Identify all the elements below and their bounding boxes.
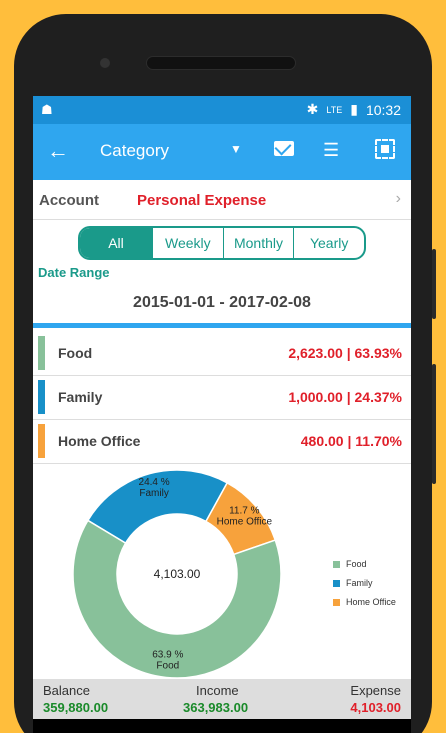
category-name: Home Office: [58, 433, 141, 449]
balance-label: Balance: [43, 683, 90, 698]
tab-yearly[interactable]: Yearly: [293, 228, 364, 258]
legend-label: Food: [346, 559, 367, 569]
legend-swatch: [333, 579, 340, 587]
expense-label: Expense: [350, 683, 401, 698]
legend-item: Food: [333, 559, 396, 569]
camera-icon: [100, 58, 110, 68]
chart-data-label: Family: [139, 488, 168, 499]
category-color-bar: [38, 336, 45, 370]
category-amount: 480.00 | 11.70%: [300, 433, 402, 449]
chart-data-label: 63.9 %: [152, 650, 183, 661]
summary-footer: Balance 359,880.00 Income 363,983.00 Exp…: [33, 679, 411, 719]
category-name: Food: [58, 345, 93, 361]
volume-button: [432, 249, 436, 319]
legend-label: Home Office: [346, 597, 396, 607]
list-item[interactable]: Family 1,000.00 | 24.37%: [33, 376, 411, 420]
income-value: 363,983.00: [183, 700, 249, 715]
tab-all[interactable]: All: [80, 228, 152, 258]
chart-center-total: 4,103.00: [154, 567, 201, 581]
category-amount: 2,623.00 | 63.93%: [288, 345, 402, 361]
speaker-grille: [146, 56, 296, 70]
category-color-bar: [38, 380, 45, 414]
legend-swatch: [333, 560, 340, 568]
list-item[interactable]: Home Office 480.00 | 11.70%: [33, 420, 411, 464]
legend-item: Home Office: [333, 597, 396, 607]
list-item[interactable]: Food 2,623.00 | 63.93%: [33, 332, 411, 376]
tab-monthly[interactable]: Monthly: [222, 228, 294, 258]
period-tabs: All Weekly Monthly Yearly: [78, 226, 366, 260]
divider: [33, 323, 411, 328]
income-label: Income: [196, 683, 239, 698]
expense-value: 4,103.00: [350, 700, 401, 715]
category-name: Family: [58, 389, 103, 405]
chart-legend: Food Family Home Office: [333, 559, 396, 616]
power-button: [432, 364, 436, 484]
category-color-bar: [38, 424, 45, 458]
chart-data-label: Home Office: [217, 516, 273, 527]
chart-data-label: Food: [156, 661, 179, 672]
balance-value: 359,880.00: [43, 700, 109, 715]
chart-data-label: 11.7 %: [229, 505, 259, 516]
date-range-label: Date Range: [38, 265, 110, 280]
legend-item: Family: [333, 578, 396, 588]
date-range-value[interactable]: 2015-01-01 - 2017-02-08: [33, 294, 411, 312]
legend-swatch: [333, 598, 340, 606]
category-list: Food 2,623.00 | 63.93% Family 1,000.00 |…: [33, 332, 411, 464]
category-amount: 1,000.00 | 24.37%: [288, 389, 402, 405]
legend-label: Family: [346, 578, 373, 588]
tab-weekly[interactable]: Weekly: [152, 228, 223, 258]
nav-bar: [33, 719, 411, 733]
chart-data-label: 24.4 %: [139, 477, 170, 488]
